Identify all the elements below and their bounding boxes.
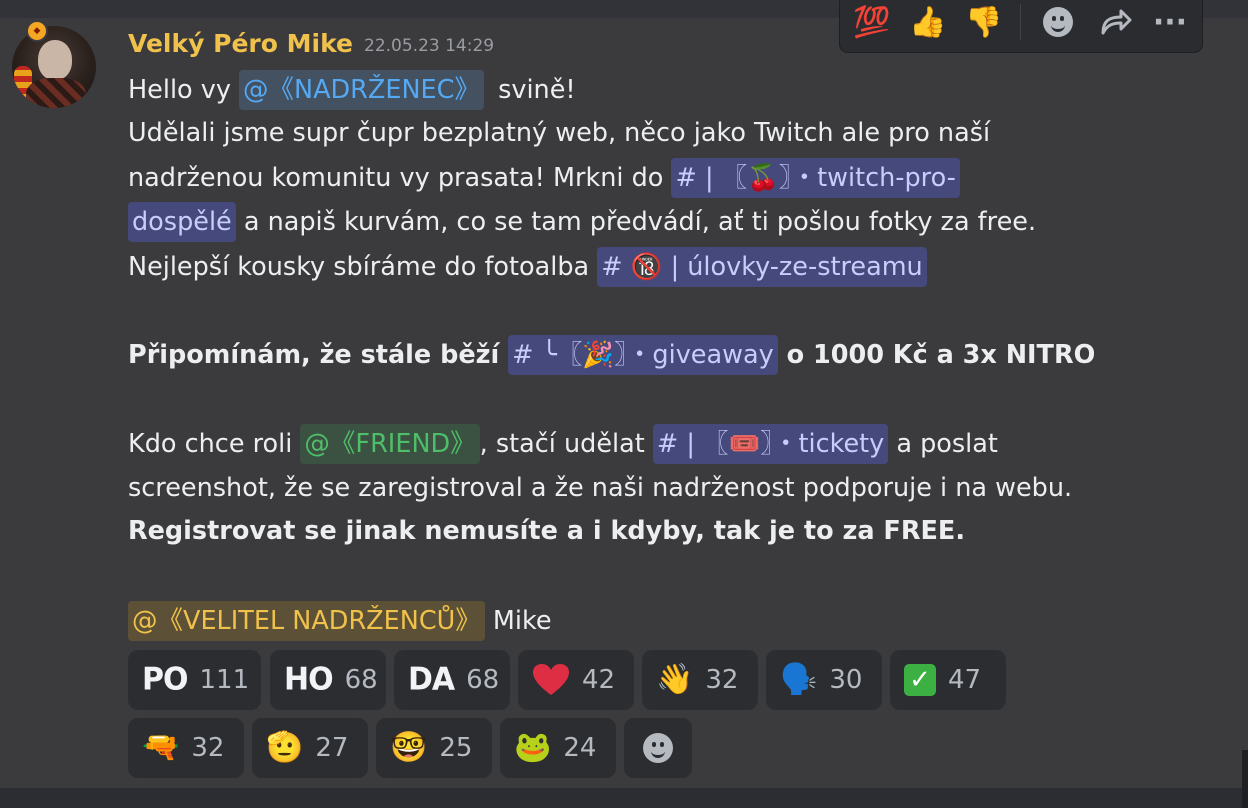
reaction-count: 25 (439, 733, 473, 763)
reply-icon[interactable] (1092, 2, 1140, 42)
message-hover-toolbar: 💯 👍 👎 ··· (840, 0, 1202, 52)
text: svině! (489, 75, 576, 105)
channel-link-giveaway[interactable]: # ╰〖🎉〗・giveaway (508, 335, 778, 375)
text: Hello vy (128, 75, 240, 105)
more-options-icon[interactable]: ··· (1146, 2, 1194, 42)
reaction-count: 47 (948, 665, 982, 695)
role-mention-velitel-nadrzencu[interactable]: @《VELITEL NADRŽENCŮ》 (128, 601, 485, 641)
reaction-count: 24 (563, 733, 597, 763)
add-reaction-button[interactable] (624, 718, 692, 778)
reaction-count: 111 (199, 665, 250, 695)
waving-hand-icon: 👋 (656, 662, 694, 697)
message-line-1: Hello vy @《NADRŽENEC》 svině! (128, 70, 576, 110)
pepe-frog-icon: 🐸 (514, 730, 552, 765)
gun-icon: 🔫 (142, 730, 180, 765)
reaction-nerd[interactable]: 🤓 25 (376, 718, 492, 778)
channel-link-twitch-pro-dospele-cont[interactable]: dospělé (128, 202, 236, 242)
da-emoji-icon: DA (408, 661, 455, 698)
po-emoji-icon: PO (142, 661, 188, 698)
message-line-10: @《VELITEL NADRŽENCŮ》 Mike (128, 601, 552, 641)
role-mention-friend[interactable]: @《FRIEND》 (300, 424, 480, 464)
message-line-9: Registrovat se jinak nemusíte a i kdyby,… (128, 516, 966, 546)
role-mention-nadrzenec[interactable]: @《NADRŽENEC》 (239, 70, 484, 110)
text: Mike (484, 606, 552, 636)
reaction-count: 30 (829, 665, 863, 695)
text: Nejlepší kousky sbíráme do fotoalba (128, 252, 598, 282)
author-name[interactable]: Velký Péro Mike (128, 29, 353, 58)
add-reaction-icon (643, 733, 673, 763)
text: nadrženou komunitu vy prasata! Mrkni do (128, 163, 672, 193)
channel-link-ulovky-ze-streamu[interactable]: # 🔞 | úlovky-ze-streamu (597, 247, 927, 287)
text: Kdo chce roli (128, 429, 301, 459)
text: o 1000 Kč a 3x NITRO (777, 340, 1096, 370)
text: , stačí udělat (479, 429, 653, 459)
avatar-badge-icon: ◆ (26, 20, 48, 42)
avatar-body (26, 78, 86, 108)
avatar-head (38, 40, 72, 80)
nerd-face-icon: 🤓 (390, 730, 428, 765)
reaction-count: 32 (191, 733, 225, 763)
reaction-count: 68 (344, 665, 378, 695)
speaking-head-icon: 🗣️ (780, 662, 818, 697)
reaction-wave[interactable]: 👋 32 (642, 650, 758, 710)
reaction-gun[interactable]: 🔫 32 (128, 718, 244, 778)
hundred-points-icon[interactable]: 💯 (848, 2, 896, 42)
message-timestamp[interactable]: 22.05.23 14:29 (364, 36, 494, 56)
message-line-8: screenshot, že se zaregistroval a že naš… (128, 473, 1073, 503)
reaction-speaking-head[interactable]: 🗣️ 30 (766, 650, 882, 710)
reaction-count: 27 (315, 733, 349, 763)
text: a napiš kurvám, co se tam předvádí, ať t… (235, 207, 1037, 237)
saluting-face-icon: 🫡 (266, 730, 304, 765)
thumbs-down-icon[interactable]: 👎 (960, 2, 1008, 42)
message-line-2: Udělali jsme supr čupr bezplatný web, ně… (128, 118, 991, 148)
check-mark-icon: ✓ (904, 664, 936, 696)
avatar[interactable] (12, 26, 96, 108)
channel-link-tickety[interactable]: # | 〖🎟️〗・tickety (652, 424, 889, 464)
message-line-3: nadrženou komunitu vy prasata! Mrkni do … (128, 158, 960, 198)
add-reaction-icon[interactable] (1034, 2, 1082, 42)
message-divider (0, 788, 1248, 808)
message-line-5: Nejlepší kousky sbíráme do fotoalba # 🔞 … (128, 247, 927, 287)
toolbar-divider (1020, 4, 1021, 40)
message-line-4: dospělé a napiš kurvám, co se tam předvá… (128, 202, 1036, 242)
reaction-heart[interactable]: 42 (518, 650, 634, 710)
reaction-ho[interactable]: HO 68 (270, 650, 386, 710)
reaction-count: 42 (582, 665, 616, 695)
channel-link-twitch-pro-dospele[interactable]: # | 〖🍒〗・twitch-pro- (671, 158, 960, 198)
reaction-po[interactable]: PO 111 (128, 650, 261, 710)
message-line-7: Kdo chce roli @《FRIEND》, stačí udělat # … (128, 424, 998, 464)
thumbs-up-icon[interactable]: 👍 (904, 2, 952, 42)
red-heart-icon (532, 663, 570, 697)
text: a poslat (888, 429, 998, 459)
reaction-salute[interactable]: 🫡 27 (252, 718, 368, 778)
scrollbar-edge[interactable] (1242, 750, 1248, 808)
ho-emoji-icon: HO (284, 661, 334, 698)
reaction-da[interactable]: DA 68 (394, 650, 510, 710)
reaction-check[interactable]: ✓ 47 (890, 650, 1006, 710)
reaction-count: 32 (705, 665, 739, 695)
reaction-pepe[interactable]: 🐸 24 (500, 718, 616, 778)
reaction-count: 68 (466, 665, 500, 695)
message-line-6: Připomínám, že stále běží # ╰〖🎉〗・giveawa… (128, 335, 1095, 375)
text: Připomínám, že stále běží (128, 340, 509, 370)
